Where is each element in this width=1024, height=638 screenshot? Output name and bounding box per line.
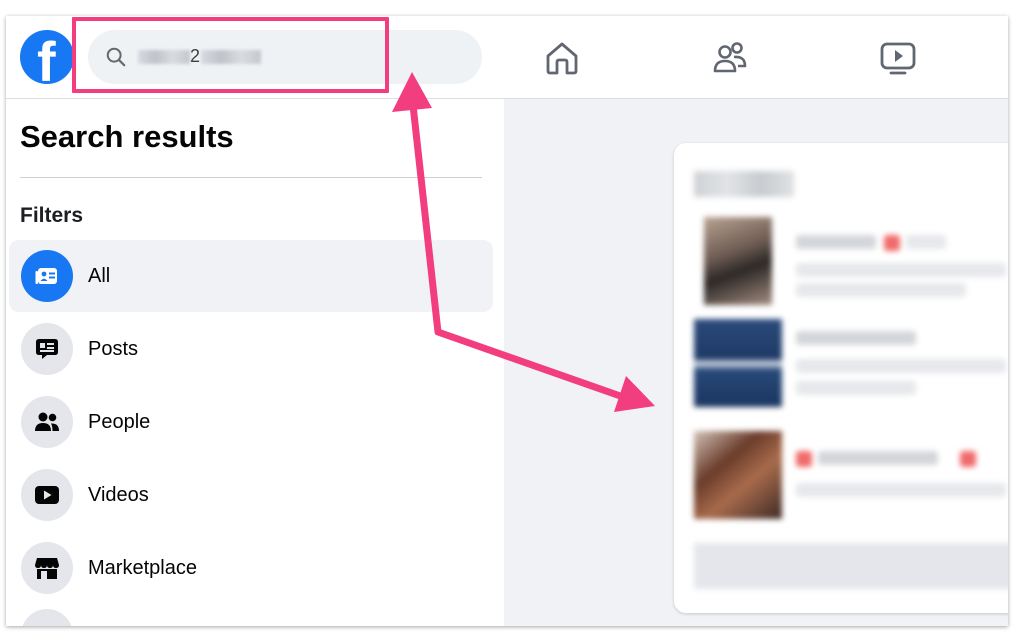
redacted-line: [796, 263, 1006, 277]
results-card: [674, 143, 1008, 613]
posts-icon: [21, 323, 73, 375]
redacted-line: [796, 235, 876, 249]
redacted-line: [796, 381, 916, 395]
filter-item-all[interactable]: All: [9, 240, 493, 312]
home-icon[interactable]: [542, 38, 582, 78]
result-thumbnail: [694, 319, 782, 407]
marketplace-icon: [21, 542, 73, 594]
search-results-sidebar: Search results Filters All Posts People …: [6, 99, 504, 626]
filters-heading: Filters: [20, 204, 84, 227]
result-row[interactable]: [674, 317, 1008, 417]
more-filter-icon[interactable]: [21, 609, 73, 626]
redacted-emoji: [796, 451, 812, 467]
redacted-line: [796, 283, 966, 297]
people-icon: [21, 396, 73, 448]
redacted-card-heading: [694, 171, 794, 197]
see-all-button[interactable]: [694, 543, 1008, 589]
redacted-emoji: [960, 451, 976, 467]
filter-label-all: All: [88, 265, 111, 287]
facebook-window: f 2 Search results Filters All Posts Peo…: [6, 16, 1008, 626]
filter-item-people[interactable]: People: [9, 386, 493, 458]
annotation-highlight-box: [72, 17, 389, 93]
sidebar-divider: [20, 177, 482, 178]
redacted-line: [796, 331, 916, 345]
redacted-line: [906, 235, 946, 249]
filter-label-people: People: [88, 411, 151, 433]
filter-label-marketplace: Marketplace: [88, 557, 197, 579]
redacted-line: [818, 451, 938, 465]
filter-item-marketplace[interactable]: Marketplace: [9, 532, 493, 604]
search-results-main: [504, 99, 1008, 626]
friends-icon[interactable]: [710, 38, 750, 78]
result-row[interactable]: [674, 429, 1008, 529]
redacted-emoji: [884, 235, 900, 251]
result-row[interactable]: [674, 215, 1008, 315]
facebook-logo[interactable]: f: [20, 30, 74, 84]
videos-icon: [21, 469, 73, 521]
facebook-logo-letter: f: [37, 30, 56, 85]
video-icon[interactable]: [878, 38, 918, 78]
redacted-line: [796, 359, 1006, 373]
filter-item-videos[interactable]: Videos: [9, 459, 493, 531]
all-results-icon: [21, 250, 73, 302]
result-thumbnail: [704, 217, 772, 305]
result-thumbnail: [694, 431, 782, 519]
page-title: Search results: [20, 119, 234, 154]
redacted-line: [796, 483, 1006, 497]
filter-item-posts[interactable]: Posts: [9, 313, 493, 385]
filter-label-posts: Posts: [88, 338, 139, 360]
filter-label-videos: Videos: [88, 484, 149, 506]
